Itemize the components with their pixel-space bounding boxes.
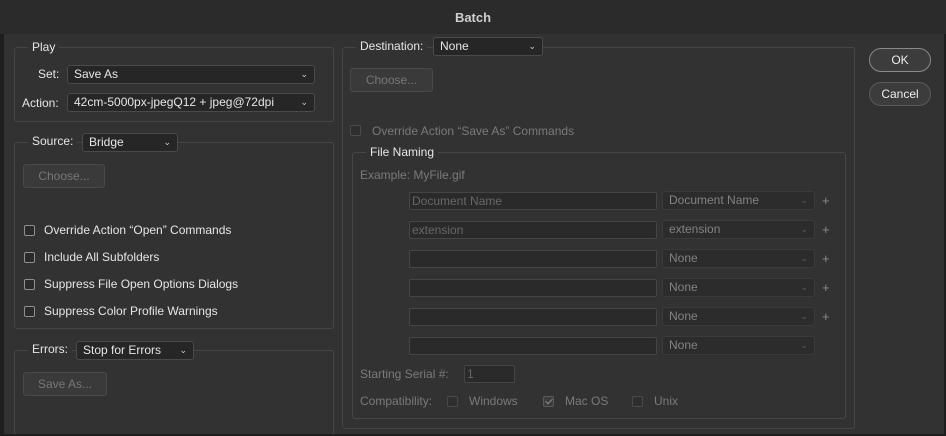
source-select[interactable]: Bridge ⌄ <box>82 133 178 152</box>
set-label: Set: <box>38 67 60 81</box>
errors-label: Errors: <box>28 342 72 356</box>
window-title: Batch <box>454 10 492 25</box>
naming-select-3[interactable]: None ⌄ <box>662 249 815 268</box>
starting-serial-label: Starting Serial #: <box>360 367 449 381</box>
unix-checkbox[interactable] <box>632 396 643 407</box>
suppress-color-warnings-label[interactable]: Suppress Color Profile Warnings <box>44 304 218 318</box>
file-naming-legend: File Naming <box>366 145 439 159</box>
include-subfolders-checkbox[interactable] <box>24 252 35 263</box>
suppress-open-options-checkbox[interactable] <box>24 279 35 290</box>
action-select[interactable]: 42cm-5000px-jpegQ12 + jpeg@72dpi ⌄ <box>67 93 315 112</box>
unix-label[interactable]: Unix <box>654 394 678 408</box>
override-open-label[interactable]: Override Action “Open” Commands <box>44 223 231 237</box>
naming-select-1[interactable]: Document Name ⌄ <box>662 191 815 210</box>
override-save-as-label[interactable]: Override Action “Save As” Commands <box>372 124 574 138</box>
chevron-down-icon: ⌄ <box>300 69 308 79</box>
naming-select-6[interactable]: None ⌄ <box>662 336 815 355</box>
starting-serial-input[interactable]: 1 <box>464 365 515 383</box>
chevron-down-icon: ⌄ <box>800 282 808 292</box>
macos-checkbox[interactable] <box>543 396 554 407</box>
naming-select-5[interactable]: None ⌄ <box>662 307 815 326</box>
ok-button[interactable]: OK <box>869 48 931 72</box>
source-label: Source: <box>28 134 78 148</box>
naming-select-4-value: None <box>669 280 698 294</box>
suppress-color-warnings-checkbox[interactable] <box>24 306 35 317</box>
naming-field-6[interactable] <box>409 337 657 355</box>
windows-checkbox[interactable] <box>447 396 458 407</box>
naming-select-2-value: extension <box>669 222 721 236</box>
source-select-value: Bridge <box>89 135 124 149</box>
naming-field-3[interactable] <box>409 250 657 268</box>
chevron-down-icon: ⌄ <box>300 97 308 107</box>
chevron-down-icon: ⌄ <box>528 41 536 51</box>
file-naming-example: Example: MyFile.gif <box>360 168 465 182</box>
add-row-5-button[interactable]: + <box>822 310 830 324</box>
override-save-as-checkbox[interactable] <box>350 125 361 136</box>
source-choose-button[interactable]: Choose... <box>23 164 105 188</box>
action-label: Action: <box>22 96 59 110</box>
add-row-4-button[interactable]: + <box>822 281 830 295</box>
add-row-3-button[interactable]: + <box>822 252 830 266</box>
naming-select-4[interactable]: None ⌄ <box>662 278 815 297</box>
chevron-down-icon: ⌄ <box>163 137 171 147</box>
destination-select[interactable]: None ⌄ <box>433 37 543 56</box>
naming-select-3-value: None <box>669 251 698 265</box>
naming-select-5-value: None <box>669 309 698 323</box>
chevron-down-icon: ⌄ <box>800 195 808 205</box>
suppress-open-options-label[interactable]: Suppress File Open Options Dialogs <box>44 277 238 291</box>
set-select-value: Save As <box>74 67 119 81</box>
errors-save-as-button[interactable]: Save As... <box>23 372 107 396</box>
include-subfolders-label[interactable]: Include All Subfolders <box>44 250 159 264</box>
naming-select-2[interactable]: extension ⌄ <box>662 220 815 239</box>
naming-select-6-value: None <box>669 338 698 352</box>
macos-label[interactable]: Mac OS <box>565 394 608 408</box>
override-open-checkbox[interactable] <box>24 225 35 236</box>
errors-select[interactable]: Stop for Errors ⌄ <box>76 341 194 360</box>
add-row-1-button[interactable]: + <box>822 194 830 208</box>
naming-field-1[interactable]: Document Name <box>409 192 657 210</box>
action-select-value: 42cm-5000px-jpegQ12 + jpeg@72dpi <box>74 95 274 109</box>
errors-select-value: Stop for Errors <box>83 343 162 357</box>
chevron-down-icon: ⌄ <box>800 311 808 321</box>
chevron-down-icon: ⌄ <box>800 253 808 263</box>
destination-select-value: None <box>440 39 469 53</box>
naming-select-1-value: Document Name <box>669 193 760 207</box>
naming-field-5[interactable] <box>409 308 657 326</box>
chevron-down-icon: ⌄ <box>800 340 808 350</box>
set-select[interactable]: Save As ⌄ <box>67 65 315 84</box>
destination-choose-button[interactable]: Choose... <box>350 68 433 92</box>
compatibility-label: Compatibility: <box>360 394 433 408</box>
chevron-down-icon: ⌄ <box>800 224 808 234</box>
chevron-down-icon: ⌄ <box>179 345 187 355</box>
destination-label: Destination: <box>356 39 428 53</box>
play-legend: Play <box>28 40 60 54</box>
add-row-2-button[interactable]: + <box>822 223 830 237</box>
windows-label[interactable]: Windows <box>469 394 518 408</box>
cancel-button[interactable]: Cancel <box>869 82 931 106</box>
naming-field-2[interactable]: extension <box>409 221 657 239</box>
naming-field-4[interactable] <box>409 279 657 297</box>
